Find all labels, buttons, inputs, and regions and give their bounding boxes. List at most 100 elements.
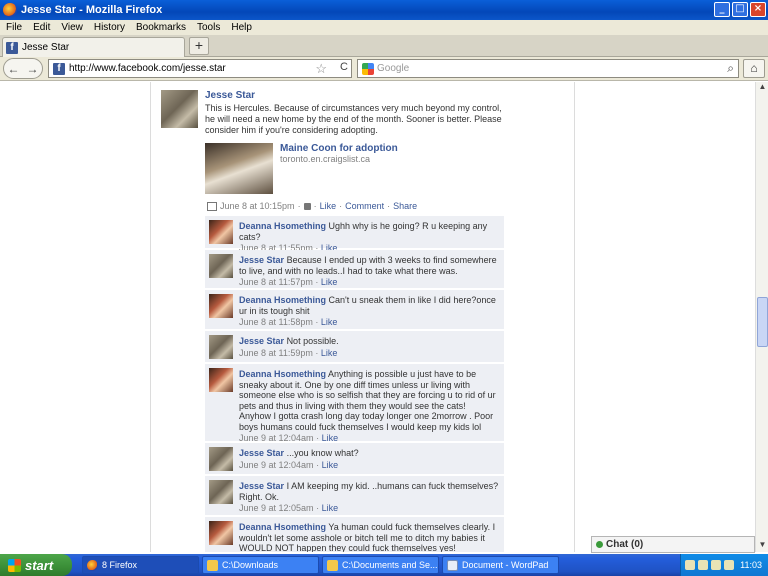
menu-edit[interactable]: Edit (33, 22, 50, 33)
commenter-name[interactable]: Deanna Hsomething (239, 221, 326, 231)
start-label: start (25, 557, 54, 573)
start-button[interactable]: start (0, 554, 72, 576)
shared-link-title[interactable]: Maine Coon for adoption (280, 143, 398, 154)
commenter-name[interactable]: Deanna Hsomething (239, 522, 326, 532)
post-date[interactable]: June 8 at 10:15pm (220, 201, 295, 211)
comment-body: Jesse Star I AM keeping my kid. ..humans… (239, 481, 499, 514)
separator: · (316, 433, 320, 443)
task-documents-folder[interactable]: C:\Documents and Se... (322, 556, 439, 574)
window-title: Jesse Star - Mozilla Firefox (21, 4, 163, 16)
comment-like-link[interactable]: Like (321, 277, 338, 287)
window-controls: _ □ × (714, 2, 766, 17)
comment-text: ...you know what? (286, 448, 359, 458)
post-author-avatar[interactable] (161, 90, 198, 128)
comment-like-link[interactable]: Like (322, 503, 339, 513)
comment-meta: June 8 at 11:57pm · Like (239, 277, 499, 288)
commenter-avatar[interactable] (209, 335, 233, 359)
comment-item: Jesse Star I AM keeping my kid. ..humans… (205, 476, 504, 516)
comment-like-link[interactable]: Like (321, 348, 338, 358)
tab-jesse-star[interactable]: f Jesse Star (2, 37, 185, 57)
task-firefox[interactable]: 8 Firefox (82, 556, 199, 574)
search-bar[interactable]: Google ⌕ (357, 59, 739, 78)
scroll-up-icon[interactable]: ▲ (756, 82, 768, 94)
menu-view[interactable]: View (61, 22, 83, 33)
post-comment-link[interactable]: Comment (345, 201, 384, 211)
commenter-name[interactable]: Jesse Star (239, 448, 284, 458)
commenter-name[interactable]: Jesse Star (239, 481, 284, 491)
comment-time: June 8 at 11:58pm (239, 317, 313, 327)
close-button[interactable]: × (750, 2, 766, 17)
separator: · (339, 201, 343, 211)
comment-like-link[interactable]: Like (322, 460, 339, 470)
menu-tools[interactable]: Tools (197, 22, 220, 33)
menu-bar: File Edit View History Bookmarks Tools H… (0, 20, 768, 35)
search-input[interactable]: Google (377, 63, 409, 74)
comment-body: Deanna Hsomething Can't u sneak them in … (239, 295, 499, 328)
search-icon[interactable]: ⌕ (727, 61, 734, 76)
commenter-avatar[interactable] (209, 220, 233, 244)
left-divider (150, 82, 151, 552)
comment-meta: June 8 at 11:58pm · Like (239, 317, 499, 328)
commenter-name[interactable]: Deanna Hsomething (239, 295, 326, 305)
commenter-name[interactable]: Deanna Hsomething (239, 369, 326, 379)
tray-icon[interactable] (685, 560, 695, 570)
page-scrollbar[interactable]: ▲ ▼ (755, 82, 768, 552)
commenter-avatar[interactable] (209, 521, 233, 545)
scrollbar-thumb[interactable] (757, 297, 768, 347)
tray-icon[interactable] (724, 560, 734, 570)
reload-button[interactable]: C (340, 61, 348, 73)
minimize-button[interactable]: _ (714, 2, 730, 17)
comment-time: June 9 at 12:05am (239, 503, 314, 513)
commenter-name[interactable]: Jesse Star (239, 255, 284, 265)
commenter-avatar[interactable] (209, 368, 233, 392)
home-button[interactable]: ⌂ (743, 59, 765, 78)
post-meta: June 8 at 10:15pm · · Like · Comment · S… (207, 201, 417, 211)
comment-meta: June 9 at 12:04am · Like (239, 460, 499, 471)
url-text[interactable]: http://www.facebook.com/jesse.star (69, 63, 226, 74)
menu-history[interactable]: History (94, 22, 125, 33)
post-author-name[interactable]: Jesse Star (205, 90, 255, 101)
post-text: This is Hercules. Because of circumstanc… (205, 103, 502, 135)
task-label: Document - WordPad (462, 560, 549, 570)
comment-body: Deanna Hsomething Ya human could fuck th… (239, 522, 499, 552)
chat-label[interactable]: Chat (0) (606, 539, 643, 550)
url-bar[interactable]: f http://www.facebook.com/jesse.star ☆ C (48, 59, 352, 78)
comment-time: June 9 at 12:04am (239, 459, 314, 470)
commenter-avatar[interactable] (209, 480, 233, 504)
separator: · (316, 459, 320, 470)
commenter-avatar[interactable] (209, 447, 233, 471)
comment-item: Jesse Star ...you know what? June 9 at 1… (205, 443, 504, 475)
bookmark-star-icon[interactable]: ☆ (315, 61, 327, 77)
menu-file[interactable]: File (6, 22, 22, 33)
back-button[interactable]: ← (4, 62, 23, 76)
maximize-button[interactable]: □ (732, 2, 748, 17)
menu-help[interactable]: Help (231, 22, 252, 33)
commenter-name[interactable]: Jesse Star (239, 336, 284, 346)
google-icon[interactable] (362, 62, 374, 75)
commenter-avatar[interactable] (209, 294, 233, 318)
post-share-link[interactable]: Share (393, 201, 417, 211)
clock[interactable]: 11:03 (740, 560, 762, 570)
chat-bar[interactable]: Chat (0) (591, 536, 755, 553)
shared-link-image[interactable] (205, 143, 273, 194)
scroll-down-icon[interactable]: ▼ (756, 540, 768, 552)
comment-body: Jesse Star Not possible. June 8 at 11:59… (239, 336, 499, 358)
tray-icon[interactable] (698, 560, 708, 570)
menu-bookmarks[interactable]: Bookmarks (136, 22, 186, 33)
comment-like-link[interactable]: Like (322, 433, 339, 443)
navigation-toolbar: ← → f http://www.facebook.com/jesse.star… (0, 57, 768, 81)
comment-like-link[interactable]: Like (321, 317, 338, 327)
note-icon (207, 201, 217, 211)
comment-item: Jesse Star Not possible. June 8 at 11:59… (205, 331, 504, 363)
tray-icon[interactable] (711, 560, 721, 570)
post-like-link[interactable]: Like (320, 201, 337, 211)
task-downloads-folder[interactable]: C:\Downloads (202, 556, 319, 574)
wordpad-icon (447, 559, 458, 571)
comment-item: Deanna Hsomething Anything is possible u… (205, 364, 504, 443)
new-tab-button[interactable]: + (189, 37, 209, 55)
back-forward-group: ← → (3, 58, 43, 79)
forward-button[interactable]: → (23, 62, 42, 76)
task-wordpad[interactable]: Document - WordPad (442, 556, 559, 574)
commenter-avatar[interactable] (209, 254, 233, 278)
lock-icon[interactable] (303, 202, 311, 210)
